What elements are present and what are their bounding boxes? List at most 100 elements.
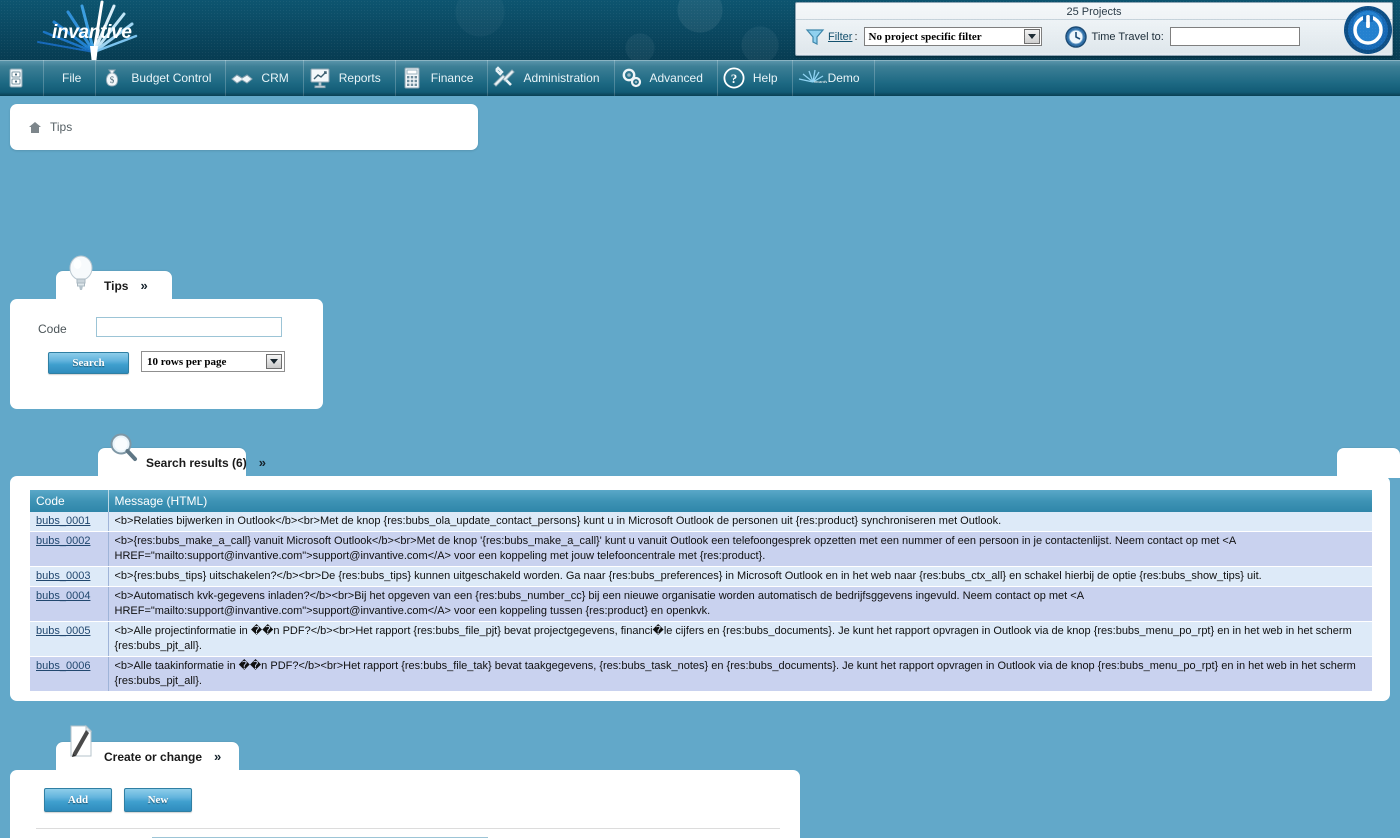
results-table-head: Code Message (HTML) — [30, 490, 1372, 512]
project-filter-value: No project specific filter — [868, 30, 982, 43]
row-code-link[interactable]: bubs_0002 — [36, 535, 90, 547]
row-code-cell: bubs_0004 — [30, 586, 109, 622]
menu-item-file[interactable]: File — [44, 60, 97, 96]
new-button-label: New — [147, 794, 169, 806]
create-panel-body: Add New Code * Message (HTML) * — [10, 770, 800, 838]
breadcrumb: Tips — [10, 104, 478, 150]
row-code-cell: bubs_0006 — [30, 656, 109, 692]
row-message-cell: <b>Automatisch kvk-gegevens inladen?</b>… — [108, 586, 1372, 622]
divider — [36, 828, 780, 829]
filter-panel: 25 Projects Filter : No project specific… — [795, 2, 1393, 56]
pencil-document-icon — [64, 722, 98, 766]
chevron-double-up-icon[interactable]: » — [140, 279, 147, 292]
search-button[interactable]: Search — [48, 352, 129, 374]
tips-panel-tab[interactable]: Tips » — [56, 255, 172, 301]
create-panel-title: Create or change — [104, 750, 203, 764]
calculator-icon — [400, 66, 424, 90]
results-panel-title: Search results (6) — [146, 456, 247, 470]
filter-link[interactable]: Filter — [828, 31, 852, 43]
menu-item-finance[interactable]: Finance — [396, 60, 489, 96]
rows-per-page-value: 10 rows per page — [147, 355, 227, 368]
table-row[interactable]: bubs_0001 <b>Relaties bijwerken in Outlo… — [30, 512, 1372, 532]
chevron-down-icon[interactable] — [266, 354, 282, 369]
results-table-body: bubs_0001 <b>Relaties bijwerken in Outlo… — [30, 512, 1372, 692]
column-header-code[interactable]: Code — [30, 490, 109, 512]
menu-label-budget-control: Budget Control — [131, 71, 212, 85]
funnel-icon — [804, 26, 826, 48]
menu-item-advanced[interactable]: Advanced — [615, 60, 718, 96]
main-menubar: File $ Budget Control CRM Reports Financ… — [0, 60, 1400, 96]
filter-row: Filter : No project specific filter Time… — [796, 19, 1392, 53]
row-message-cell: <b>Relaties bijwerken in Outlook</b><br>… — [108, 512, 1372, 532]
table-row[interactable]: bubs_0004 <b>Automatisch kvk-gegevens in… — [30, 586, 1372, 622]
row-code-link[interactable]: bubs_0005 — [36, 625, 90, 637]
rows-per-page-select[interactable]: 10 rows per page — [141, 351, 285, 372]
menu-label-reports: Reports — [338, 71, 381, 85]
menu-label-help: Help — [752, 71, 778, 85]
new-button[interactable]: New — [124, 788, 192, 812]
clock-icon — [1064, 25, 1088, 49]
row-code-link[interactable]: bubs_0006 — [36, 660, 90, 672]
menu-item-crm[interactable]: CRM — [226, 60, 304, 96]
time-travel-label: Time Travel to: — [1091, 30, 1164, 43]
menu-label-administration: Administration — [523, 71, 600, 85]
money-bag-icon: $ — [100, 66, 124, 90]
wrench-screwdriver-icon — [492, 66, 516, 90]
create-panel-tab[interactable]: Create or change » — [56, 724, 239, 772]
table-row[interactable]: bubs_0005 <b>Alle projectinformatie in �… — [30, 621, 1372, 657]
row-code-cell: bubs_0005 — [30, 621, 109, 657]
time-travel-input[interactable] — [1169, 27, 1300, 46]
row-message-cell: <b>Alle projectinformatie in ��n PDF?</b… — [108, 621, 1372, 657]
table-row[interactable]: bubs_0003 <b>{res:bubs_tips} uitschakele… — [30, 566, 1372, 587]
menu-item-demo[interactable]: invantive Demo — [793, 60, 875, 96]
row-message-cell: <b>{res:bubs_tips} uitschakelen?</b><br>… — [108, 566, 1372, 587]
search-button-label: Search — [72, 357, 105, 369]
row-message-cell: <b>Alle taakinformatie in ��n PDF?</b><b… — [108, 656, 1372, 692]
tips-code-label: Code — [38, 322, 67, 336]
chevron-double-up-icon[interactable]: » — [214, 750, 221, 763]
menu-label-demo: Demo — [827, 71, 860, 85]
menu-item-administration[interactable]: Administration — [488, 60, 615, 96]
table-row[interactable]: bubs_0002 <b>{res:bubs_make_a_call} vanu… — [30, 531, 1372, 567]
results-panel-tab[interactable]: Search results (6) » — [98, 433, 266, 478]
add-button-label: Add — [67, 794, 89, 806]
column-header-message[interactable]: Message (HTML) — [108, 490, 1372, 512]
app-header: invantive 25 Projects Filter : No projec… — [0, 0, 1400, 60]
row-code-link[interactable]: bubs_0001 — [36, 515, 90, 527]
menu-item-reports[interactable]: Reports — [304, 60, 396, 96]
brand-name: invantive — [52, 22, 132, 43]
server-cabinet-icon — [4, 66, 28, 90]
invantive-small-logo-icon: invantive — [797, 66, 830, 90]
row-code-link[interactable]: bubs_0003 — [36, 570, 90, 582]
results-table: Code Message (HTML) bubs_0001 <b>Relatie… — [30, 490, 1372, 692]
tips-panel-body: Code Search 10 rows per page — [10, 299, 323, 409]
menu-label-file: File — [62, 71, 82, 85]
power-icon[interactable] — [1342, 4, 1394, 56]
menu-item-budget-control[interactable]: $ Budget Control — [96, 60, 227, 96]
lightbulb-icon — [64, 251, 98, 295]
filter-colon: : — [854, 30, 858, 43]
results-panel-body: Code Message (HTML) bubs_0001 <b>Relatie… — [10, 476, 1390, 701]
results-table-header-row: Code Message (HTML) — [30, 490, 1372, 512]
gears-icon — [619, 66, 643, 90]
tips-code-input[interactable] — [96, 317, 282, 337]
menu-label-finance: Finance — [430, 71, 474, 85]
breadcrumb-label: Tips — [50, 120, 73, 134]
chevron-down-icon[interactable] — [1023, 29, 1040, 44]
add-button[interactable]: Add — [44, 788, 112, 812]
handshake-icon — [230, 66, 254, 90]
row-message-cell: <b>{res:bubs_make_a_call} vanuit Microso… — [108, 531, 1372, 567]
svg-text:$: $ — [110, 75, 115, 85]
projects-count: 25 Projects — [1066, 6, 1122, 18]
table-row[interactable]: bubs_0006 <b>Alle taakinformatie in ��n … — [30, 656, 1372, 692]
results-panel-tab-secondary[interactable] — [1337, 448, 1400, 478]
home-icon[interactable] — [28, 121, 42, 134]
row-code-link[interactable]: bubs_0004 — [36, 590, 90, 602]
row-code-cell: bubs_0003 — [30, 566, 109, 587]
chevron-double-up-icon[interactable]: » — [259, 456, 266, 469]
svg-text:invantive: invantive — [814, 79, 827, 84]
project-filter-select[interactable]: No project specific filter — [863, 27, 1042, 46]
page-content: Tips Tips » Code Search 10 rows per page — [0, 96, 1400, 838]
menu-item-help[interactable]: ? Help — [718, 60, 793, 96]
menu-item-server[interactable] — [0, 60, 44, 96]
